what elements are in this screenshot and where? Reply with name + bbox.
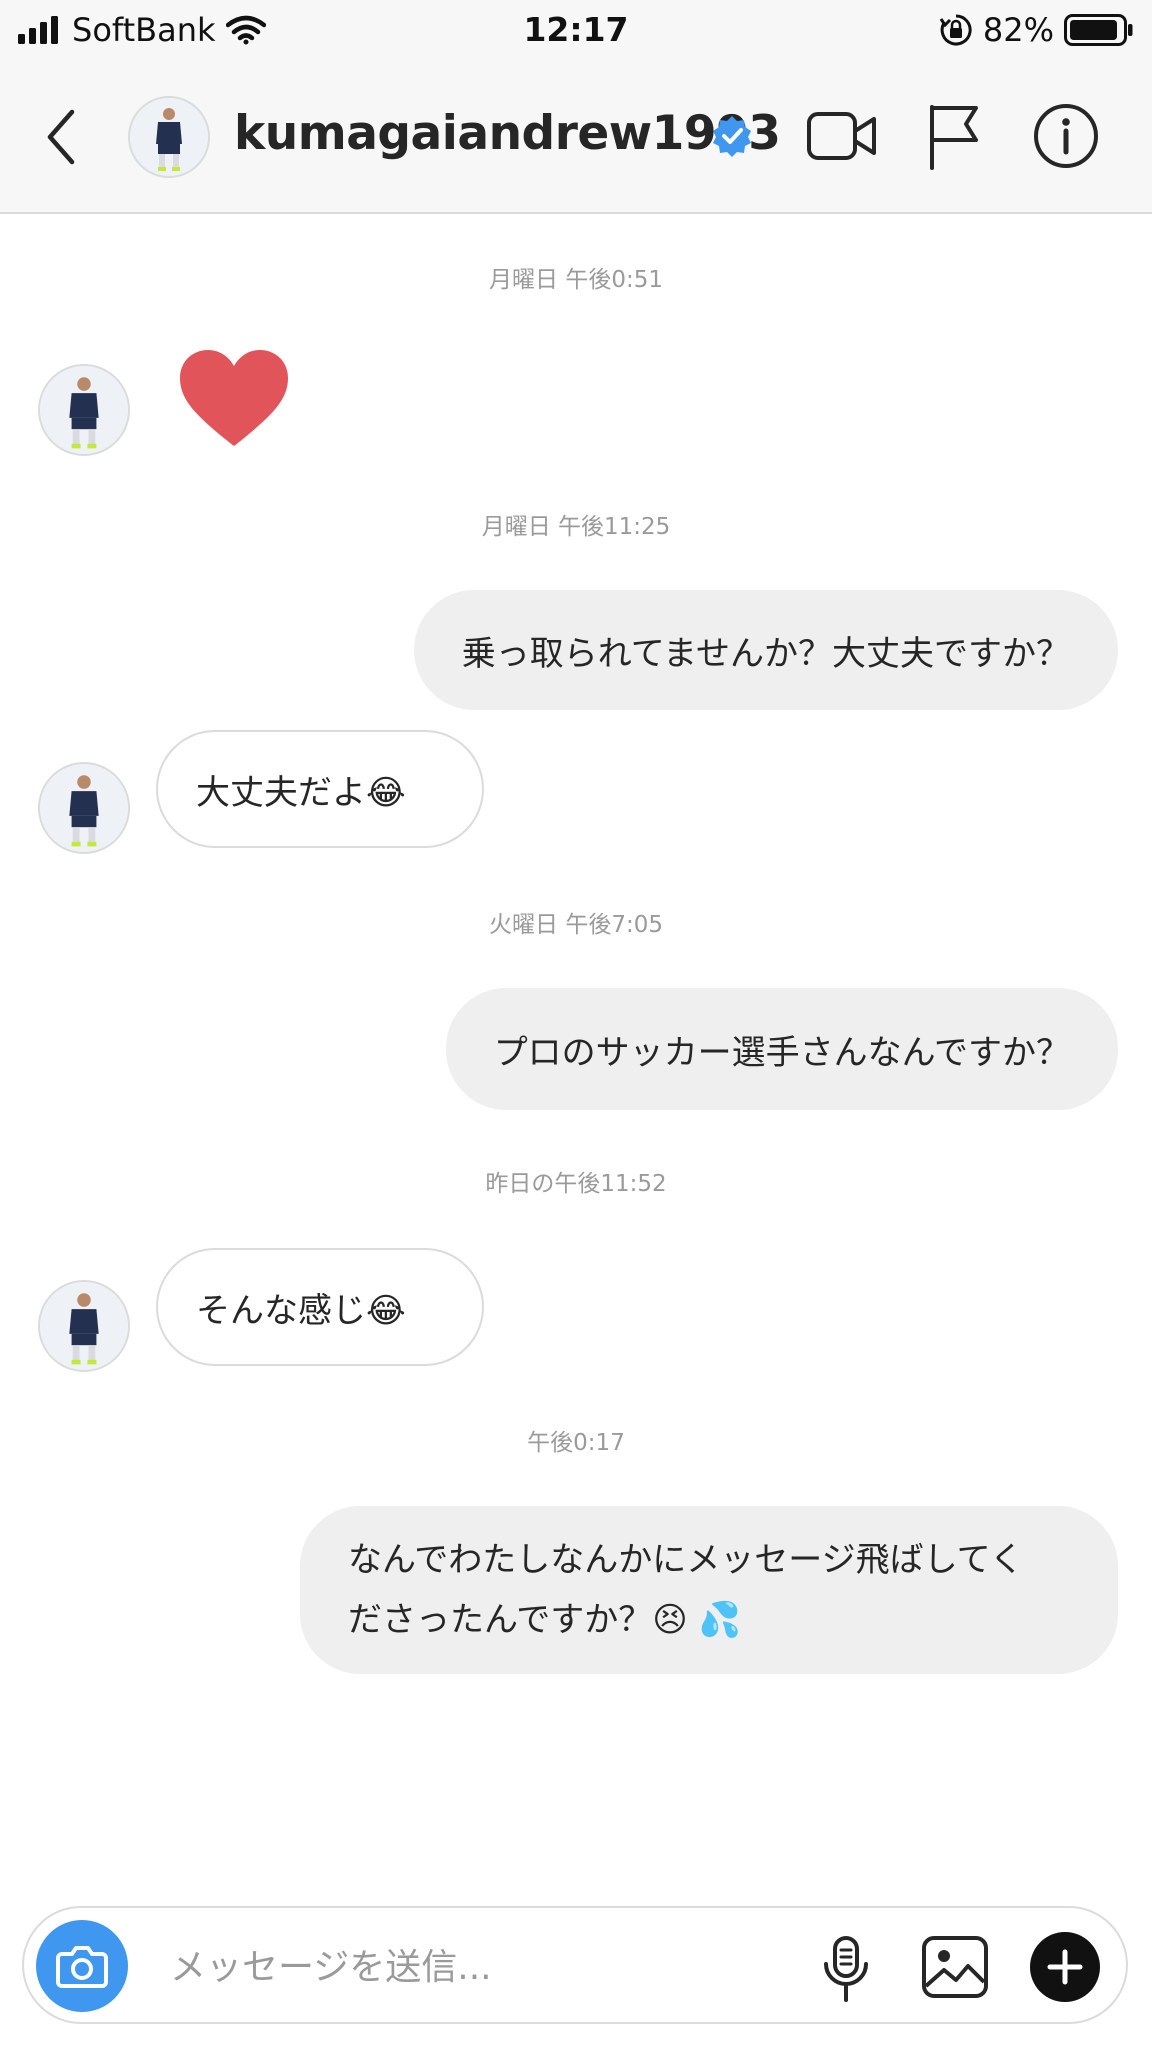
sent-message[interactable]: 乗っ取られてませんか？大丈夫ですか？ [413,590,1118,710]
message-composer [22,1906,1128,2024]
timestamp: 昨日の午後11:52 [485,1171,667,1197]
gallery-icon[interactable] [920,1934,990,2000]
sent-message[interactable]: プロのサッカー選手さんなんですか？ [445,988,1118,1110]
sender-avatar[interactable] [38,364,130,456]
sender-avatar[interactable] [38,762,130,854]
timestamp: 午後0:17 [527,1430,625,1456]
player-photo [40,1282,128,1370]
message-text: なんでわたしなんかにメッセージ飛ばしてく ださったんですか？😣 💦 [348,1530,1024,1650]
chat-username[interactable]: kumagaiandrew1993 [234,106,781,161]
status-bar: SoftBank 12:17 82% [0,0,1152,62]
status-right: 82% [939,10,1134,50]
player-photo [40,366,128,454]
verified-badge-icon [713,116,751,157]
player-photo [130,98,208,176]
timestamp: 月曜日 午後0:51 [489,267,663,293]
message-text: 大丈夫だよ😂 [196,772,406,813]
video-call-icon[interactable] [806,106,878,166]
plus-icon [1047,1949,1083,1985]
received-message[interactable]: 大丈夫だよ😂 [156,730,484,848]
flag-icon[interactable] [926,102,982,170]
chat-header: kumagaiandrew1993 [0,62,1152,214]
timestamp: 火曜日 午後7:05 [489,912,663,938]
camera-button[interactable] [36,1920,128,2012]
heart-reaction-icon[interactable] [176,346,292,450]
back-arrow-icon[interactable] [38,102,88,172]
orientation-lock-icon [939,14,972,46]
battery-icon [1064,14,1133,46]
sent-message[interactable]: なんでわたしなんかにメッセージ飛ばしてく ださったんですか？😣 💦 [300,1506,1118,1674]
message-input[interactable] [168,1936,772,1998]
message-line: ださったんですか？😣 💦 [348,1600,741,1640]
header-avatar[interactable] [128,96,210,178]
message-line: なんでわたしなんかにメッセージ飛ばしてく [348,1540,1024,1580]
message-text: そんな感じ😂 [196,1290,406,1331]
received-message[interactable]: そんな感じ😂 [156,1248,484,1366]
add-button[interactable] [1030,1932,1100,2002]
message-text: 乗っ取られてませんか？大丈夫ですか？ [461,633,1070,674]
sender-avatar[interactable] [38,1280,130,1372]
message-text: プロのサッカー選手さんなんですか？ [493,1032,1070,1073]
camera-icon [56,1946,108,1988]
microphone-icon[interactable] [818,1934,874,2004]
timestamp: 月曜日 午後11:25 [481,514,671,540]
info-icon[interactable] [1032,102,1100,170]
player-photo [40,764,128,852]
battery-percentage: 82% [982,11,1054,49]
